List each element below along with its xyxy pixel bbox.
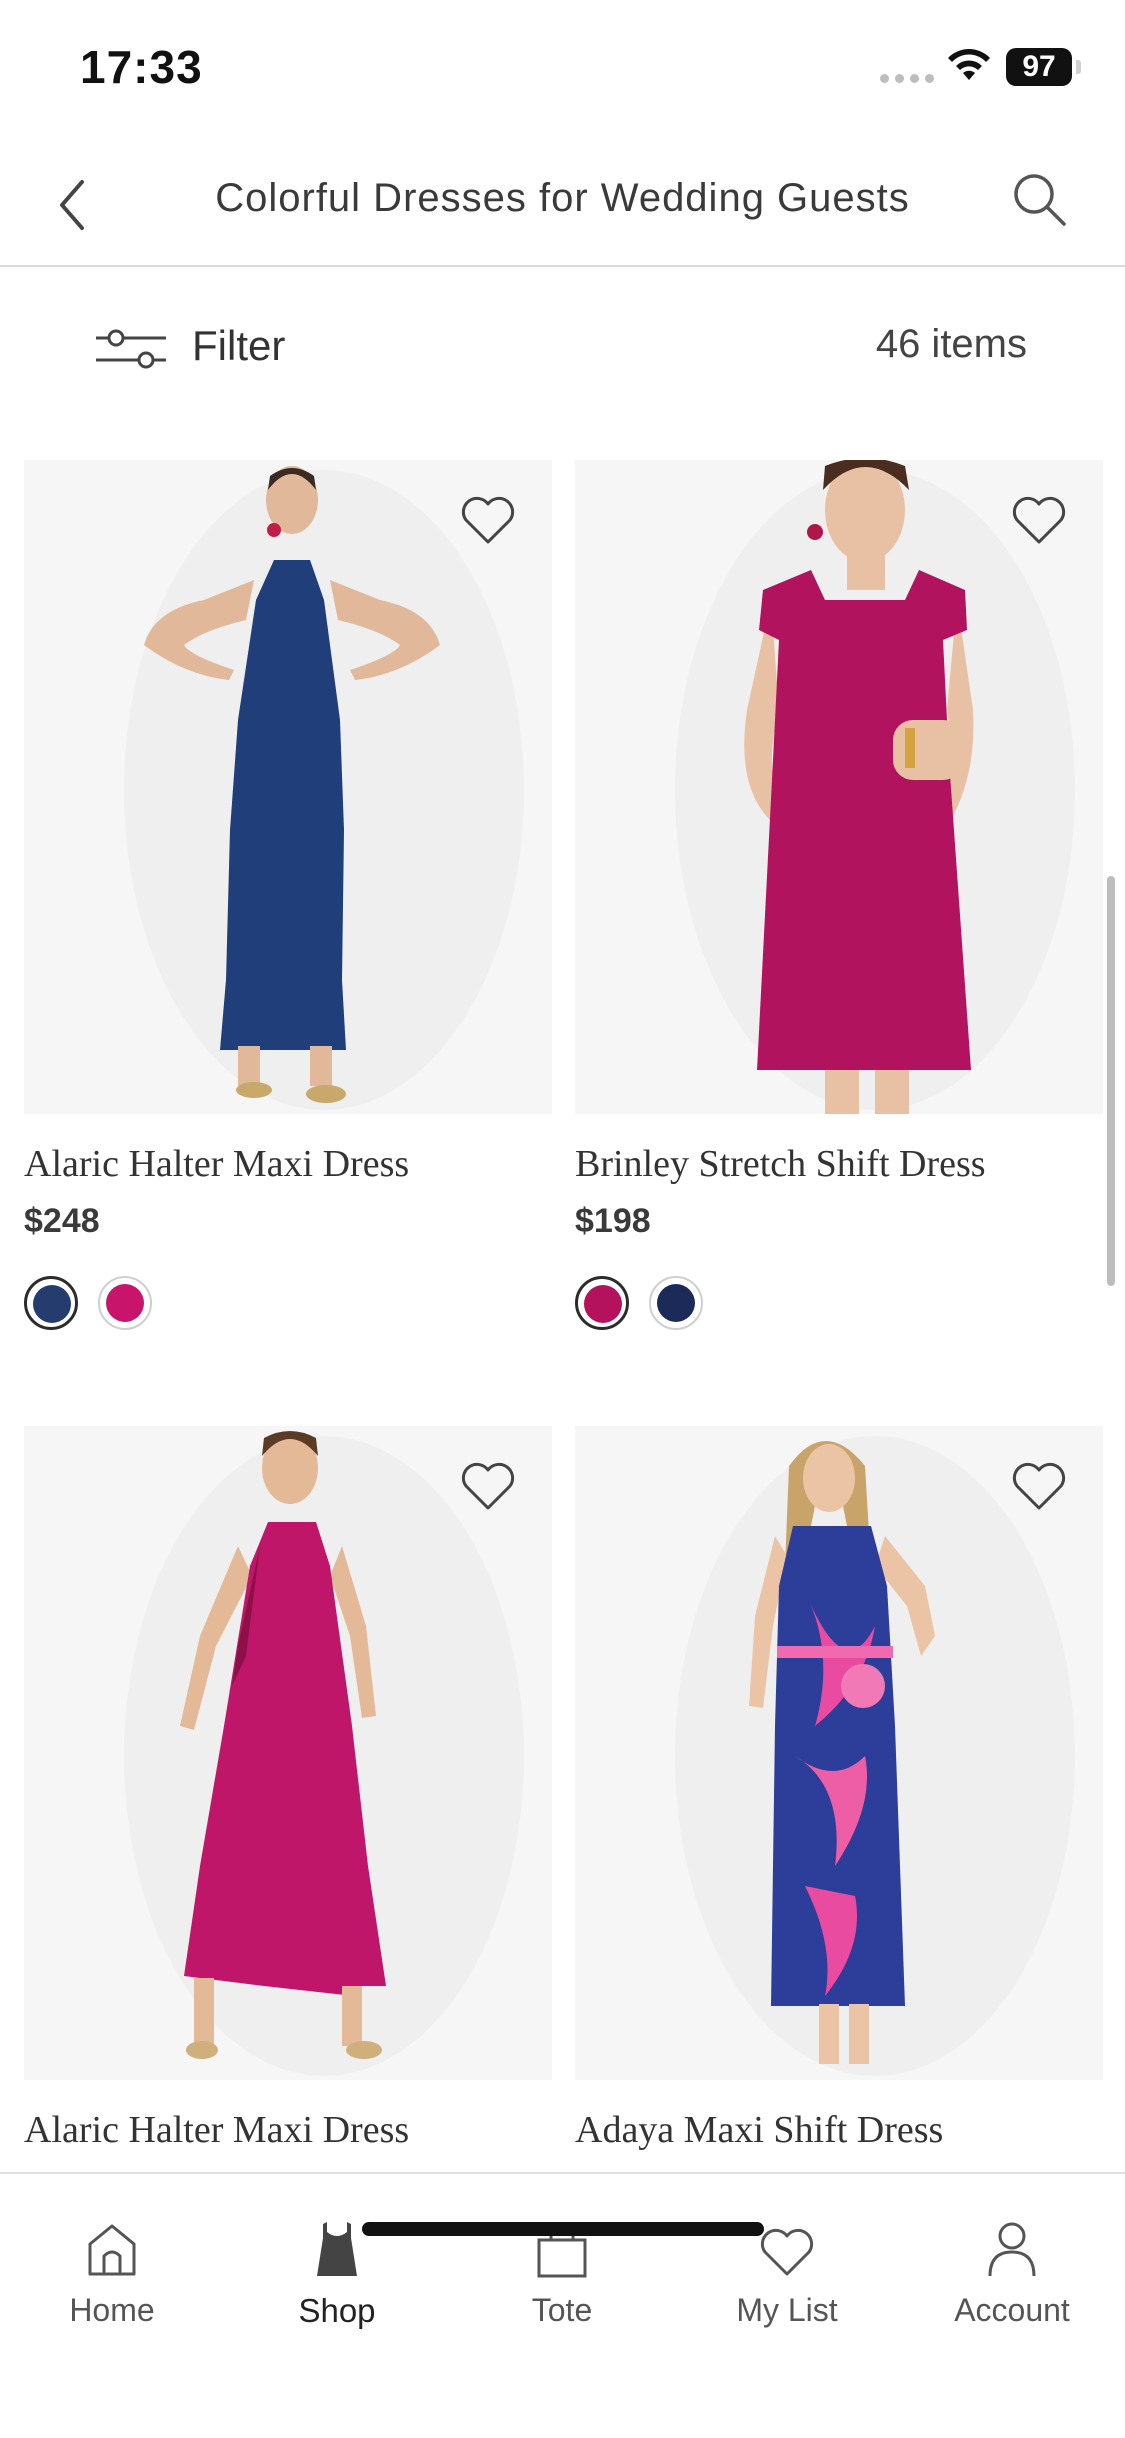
wifi-icon (948, 49, 990, 80)
bottom-tab-bar: Home Shop Tote My List Account (0, 2172, 1125, 2438)
home-indicator (362, 2222, 764, 2236)
wishlist-heart-icon[interactable] (460, 496, 516, 546)
color-swatches (24, 1276, 152, 1330)
tab-label: My List (736, 2292, 838, 2328)
product-image[interactable] (24, 1426, 552, 2080)
battery-level: 97 (1006, 48, 1072, 86)
cellular-signal-icon (880, 74, 934, 83)
filter-row: Filter 46 items (0, 300, 1125, 400)
product-image[interactable] (575, 460, 1103, 1114)
product-price: $198 (575, 1202, 651, 1240)
battery-tip (1076, 60, 1081, 74)
product-name[interactable]: Adaya Maxi Shift Dress (575, 2108, 943, 2152)
heart-icon (760, 2228, 814, 2276)
product-name[interactable]: Alaric Halter Maxi Dress (24, 1142, 409, 1186)
color-swatch[interactable] (575, 1276, 629, 1330)
product-name[interactable]: Brinley Stretch Shift Dress (575, 1142, 986, 1186)
status-bar: 17:33 97 (0, 0, 1125, 130)
tab-label: Tote (531, 2292, 593, 2328)
items-count: 46 items (875, 322, 1027, 366)
color-swatch[interactable] (24, 1276, 78, 1330)
filter-sliders-icon[interactable] (94, 326, 168, 372)
color-swatches (575, 1276, 703, 1330)
tab-label: Account (954, 2292, 1070, 2328)
search-icon[interactable] (1008, 168, 1072, 232)
model-figure (675, 460, 1075, 1114)
product-image[interactable] (24, 460, 552, 1114)
page-title: Colorful Dresses for Wedding Guests (215, 176, 910, 220)
wishlist-heart-icon[interactable] (1011, 496, 1067, 546)
color-swatch[interactable] (649, 1276, 703, 1330)
model-figure (124, 466, 524, 1110)
tab-account[interactable]: Account (922, 2214, 1102, 2329)
filter-button[interactable]: Filter (192, 322, 285, 370)
scroll-indicator (1107, 876, 1115, 1286)
model-figure (124, 1431, 524, 2076)
home-icon (88, 2224, 136, 2276)
product-name[interactable]: Alaric Halter Maxi Dress (24, 2108, 409, 2152)
color-swatch[interactable] (98, 1276, 152, 1330)
dress-icon (317, 2222, 357, 2276)
person-icon (988, 2222, 1036, 2277)
wishlist-heart-icon[interactable] (460, 1462, 516, 1512)
tab-home[interactable]: Home (22, 2214, 202, 2329)
tab-label: Shop (298, 2292, 376, 2329)
status-time: 17:33 (80, 41, 203, 93)
product-image[interactable] (575, 1426, 1103, 2080)
tab-label: Home (69, 2292, 155, 2328)
product-price: $248 (24, 1202, 100, 1240)
model-figure (675, 1436, 1075, 2076)
nav-header: Colorful Dresses for Wedding Guests (0, 140, 1125, 267)
wishlist-heart-icon[interactable] (1011, 1462, 1067, 1512)
